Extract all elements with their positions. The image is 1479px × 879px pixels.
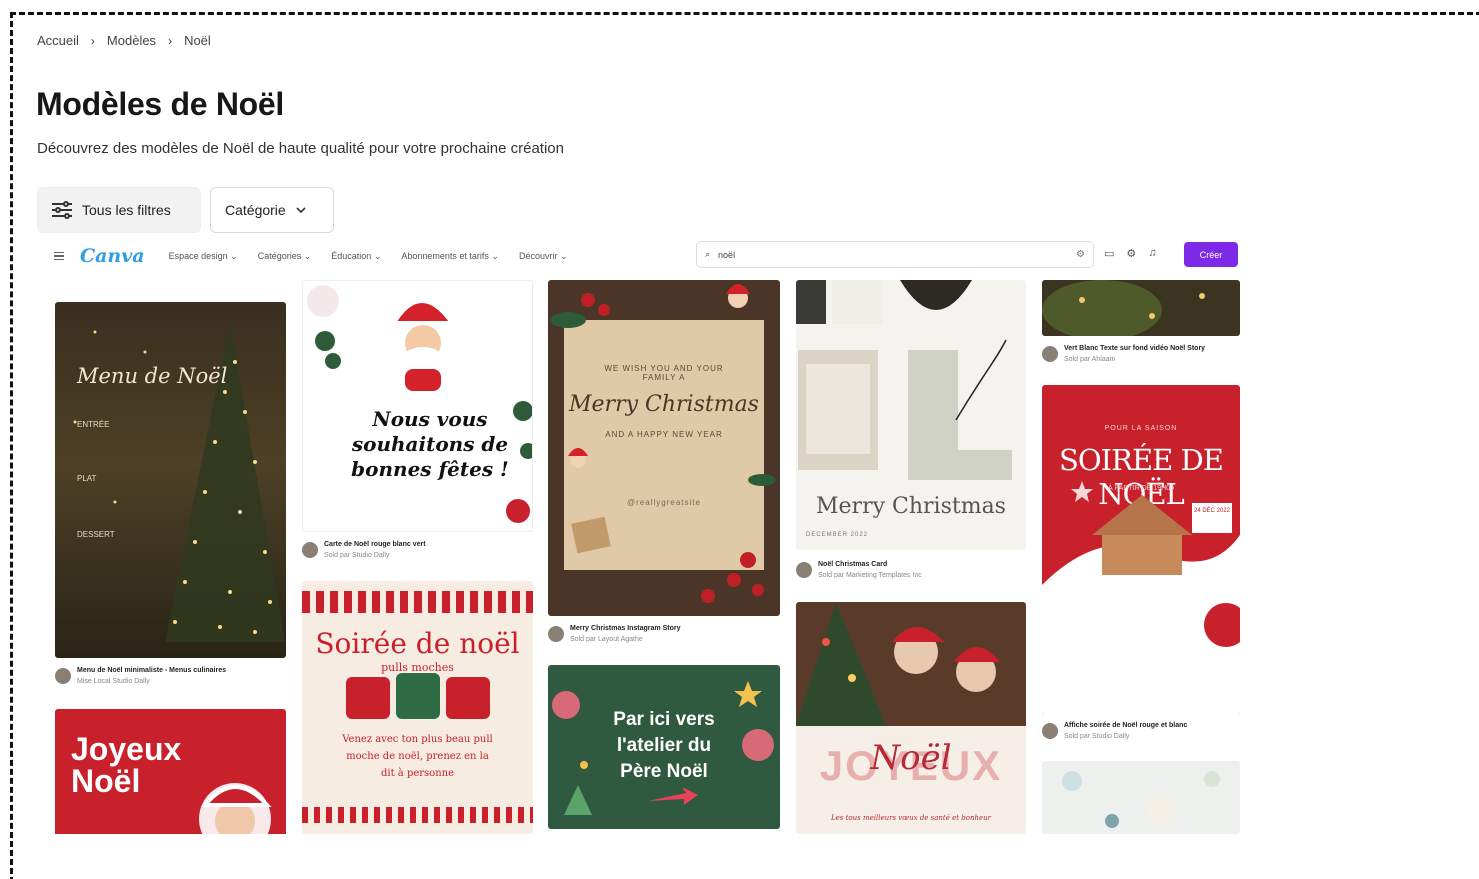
- search-query: noël: [718, 249, 736, 260]
- menu-course: DESSERT: [77, 530, 115, 539]
- canva-nav-item[interactable]: Espace design: [169, 251, 238, 262]
- gingerbread-house-illustration: [1042, 481, 1240, 715]
- pulls-body: Venez avec ton plus beau pull moche de n…: [342, 734, 493, 779]
- bell-icon[interactable]: ♫: [1148, 247, 1156, 260]
- noel-photo-script: Merry Christmas: [816, 494, 1006, 519]
- menu-course: ENTRÉE: [77, 420, 110, 429]
- canva-search-input[interactable]: ⌕ noël ⚙: [696, 241, 1094, 268]
- sweaters-illustration: [346, 673, 490, 719]
- template-card-santa[interactable]: Nous vous souhaitons de bonnes fêtes !: [302, 280, 533, 532]
- card-author: Sold par Layout Agathe: [570, 636, 643, 643]
- settings-icon[interactable]: ⚙: [1076, 249, 1085, 260]
- template-card-soiree-rouge[interactable]: POUR LA SAISON SOIRÉE DE NOËL À PARTIR D…: [1042, 385, 1240, 715]
- noel-photo-date: DECEMBER 2022: [806, 532, 869, 538]
- template-card-merry-letter[interactable]: WE WISH YOU AND YOUR FAMILY A Merry Chri…: [548, 280, 780, 616]
- atelier-text: Par ici vers l'atelier du Père Noël: [613, 709, 715, 782]
- canva-nav-item[interactable]: Éducation: [331, 251, 381, 262]
- tree-branch-photo: [1042, 280, 1205, 336]
- letter-script: Merry Christmas: [569, 392, 759, 417]
- breadcrumb-separator: ›: [168, 33, 173, 48]
- card-author: Sold par Ahlaam: [1064, 356, 1116, 363]
- breadcrumb-home[interactable]: Accueil: [37, 33, 79, 48]
- template-card-bottom-right[interactable]: [1042, 761, 1240, 834]
- decorations-photo: [1062, 771, 1220, 828]
- template-card-joyeux-family[interactable]: JOYEUX Noël Les tous meilleurs vœux de s…: [796, 602, 1026, 834]
- card-title[interactable]: Noël Christmas Card: [818, 560, 887, 570]
- filter-bar: Tous les filtres Catégorie: [37, 187, 334, 233]
- card-title[interactable]: Merry Christmas Instagram Story: [570, 624, 680, 634]
- canva-nav: Espace design Catégories Éducation Abonn…: [169, 251, 568, 262]
- templates-preview-screenshot: Canva Espace design Catégories Éducation…: [42, 236, 1240, 834]
- canva-nav-item[interactable]: Abonnements et tarifs: [401, 251, 499, 262]
- avatar: [55, 668, 71, 684]
- breadcrumb-separator: ›: [90, 33, 95, 48]
- canva-nav-item[interactable]: Catégories: [258, 251, 312, 262]
- holly-decoration: [550, 284, 776, 603]
- template-card-top-right[interactable]: [1042, 280, 1240, 336]
- santa-card-message: Nous vous souhaitons de bonnes fêtes !: [351, 407, 509, 481]
- card-author: Sold par Studio Dally: [324, 552, 390, 559]
- avatar: [1042, 723, 1058, 739]
- joyeux-script: Noël: [870, 738, 952, 778]
- joyeux-sub: Les tous meilleurs vœux de santé et bonh…: [830, 814, 992, 822]
- menu-title: Menu de Noël: [77, 364, 228, 388]
- template-card-joyeux-red[interactable]: Joyeux Noël: [55, 709, 286, 834]
- card-title[interactable]: Menu de Noël minimaliste - Menus culinai…: [77, 666, 226, 676]
- canva-tools: ▭ ⚙ ♫: [1104, 247, 1157, 260]
- letter-line2: AND A HAPPY NEW YEAR: [605, 430, 723, 439]
- breadcrumb-current: Noël: [184, 33, 211, 48]
- page-subtitle: Découvrez des modèles de Noël de haute q…: [37, 140, 564, 157]
- pattern-border: [302, 807, 533, 823]
- avatar: [1042, 346, 1058, 362]
- template-card-menu[interactable]: Menu de Noël ENTRÉE PLAT DESSERT: [55, 302, 286, 658]
- canva-logo[interactable]: Canva: [80, 245, 145, 267]
- category-dropdown[interactable]: Catégorie: [210, 187, 334, 233]
- category-label: Catégorie: [225, 202, 286, 218]
- template-card-atelier[interactable]: Par ici vers l'atelier du Père Noël: [548, 665, 780, 829]
- template-card-noel-photo[interactable]: Merry Christmas DECEMBER 2022: [796, 280, 1026, 550]
- breadcrumb: Accueil › Modèles › Noël: [37, 33, 211, 48]
- avatar: [302, 542, 318, 558]
- sliders-icon: [52, 201, 72, 219]
- letter-line1: WE WISH YOU AND YOUR FAMILY A: [604, 364, 724, 382]
- gear-icon[interactable]: ⚙: [1126, 247, 1136, 260]
- search-icon: ⌕: [705, 249, 711, 259]
- all-filters-label: Tous les filtres: [82, 202, 171, 218]
- card-title[interactable]: Carte de Noël rouge blanc vert: [324, 540, 426, 550]
- chevron-down-icon: [296, 206, 306, 213]
- create-button[interactable]: Créer: [1184, 242, 1238, 267]
- soiree-date-badge: 24 DÉC 2022: [1192, 503, 1232, 533]
- santa-illustration: [199, 783, 272, 834]
- monitor-icon[interactable]: ▭: [1104, 247, 1114, 260]
- card-author: Sold par Marketing Templates Inc: [818, 572, 922, 579]
- card-title[interactable]: Affiche soirée de Noël rouge et blanc: [1064, 721, 1187, 731]
- avatar: [796, 562, 812, 578]
- template-card-soiree-pulls[interactable]: Soirée de noël pulls moches Venez avec t…: [302, 581, 533, 834]
- card-author: Sold par Studio Dally: [1064, 733, 1130, 740]
- canva-header: Canva Espace design Catégories Éducation…: [42, 236, 1240, 276]
- canva-nav-item[interactable]: Découvrir: [519, 251, 568, 262]
- family-photo: [796, 602, 1026, 726]
- menu-course: PLAT: [77, 474, 97, 483]
- letter-handle: @reallygreatsite: [627, 498, 701, 507]
- card-title[interactable]: Vert Blanc Texte sur fond vidéo Noël Sto…: [1064, 344, 1205, 354]
- page-title: Modèles de Noël: [36, 86, 285, 122]
- breadcrumb-templates[interactable]: Modèles: [107, 33, 156, 48]
- card-author: Mise Local Studio Dally: [77, 678, 150, 685]
- all-filters-button[interactable]: Tous les filtres: [37, 187, 201, 233]
- menu-icon[interactable]: [54, 252, 64, 260]
- avatar: [548, 626, 564, 642]
